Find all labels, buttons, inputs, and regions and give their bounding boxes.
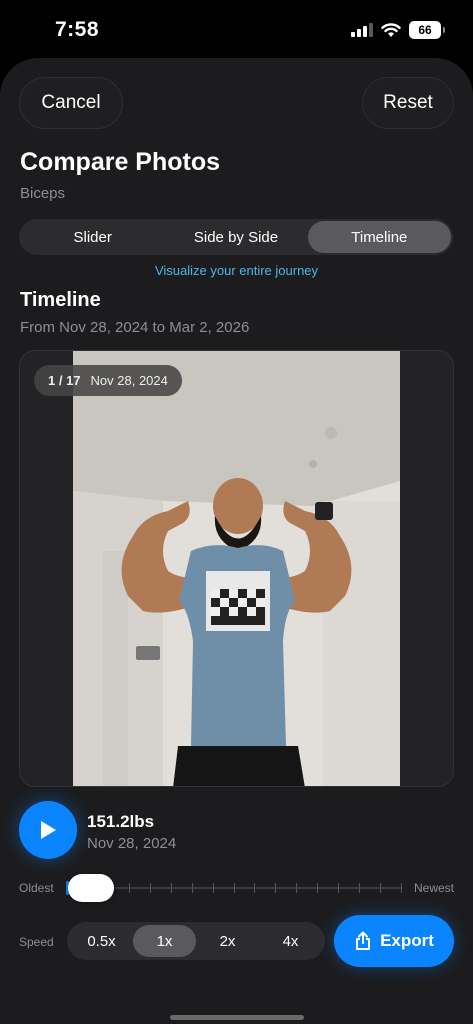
scrubber-tick xyxy=(234,883,235,893)
battery-icon: 66 xyxy=(409,21,445,39)
scrubber-tick xyxy=(401,883,402,893)
scrubber-tick xyxy=(254,883,255,893)
scrubber-tick xyxy=(192,883,193,893)
timeline-range: From Nov 28, 2024 to Mar 2, 2026 xyxy=(20,319,250,336)
slider-newest-label: Newest xyxy=(413,881,454,895)
reset-button[interactable]: Reset xyxy=(362,77,454,129)
play-button[interactable] xyxy=(19,801,77,859)
mode-slider[interactable]: Slider xyxy=(21,221,164,253)
scrubber-tick xyxy=(275,883,276,893)
scrubber-tick xyxy=(317,883,318,893)
export-button[interactable]: Export xyxy=(334,915,454,967)
photo-counter-index: 1 / 17 xyxy=(48,373,81,388)
timeline-title: Timeline xyxy=(20,289,101,311)
home-indicator xyxy=(170,1015,304,1020)
mode-hint: Visualize your entire journey xyxy=(154,263,319,278)
photo-counter-date: Nov 28, 2024 xyxy=(90,373,168,388)
scrubber-tick xyxy=(296,883,297,893)
status-bar: 7:58 66 xyxy=(0,0,473,60)
page-subtitle: Biceps xyxy=(20,185,66,202)
speed-selector: 0.5x 1x 2x 4x xyxy=(67,922,325,960)
status-time: 7:58 xyxy=(55,18,100,41)
speed-option-4x[interactable]: 4x xyxy=(259,925,322,957)
current-weight: 151.2lbs xyxy=(87,812,155,831)
photo-counter: 1 / 17 Nov 28, 2024 xyxy=(34,365,182,396)
mode-side-by-side[interactable]: Side by Side xyxy=(164,221,307,253)
slider-oldest-label: Oldest xyxy=(19,881,54,895)
scrubber-tick xyxy=(338,883,339,893)
mode-timeline[interactable]: Timeline xyxy=(307,221,451,253)
compare-sheet: Cancel Reset Compare Photos Biceps Slide… xyxy=(0,58,473,1024)
cellular-signal-icon xyxy=(351,23,373,37)
speed-option-2x[interactable]: 2x xyxy=(196,925,259,957)
timeline-scrubber-thumb[interactable] xyxy=(68,874,114,902)
share-icon xyxy=(356,931,371,950)
scrubber-tick xyxy=(150,883,151,893)
scrubber-tick xyxy=(380,883,381,893)
scrubber-tick xyxy=(213,883,214,893)
speed-label: Speed xyxy=(19,935,54,949)
scrubber-tick xyxy=(359,883,360,893)
export-label: Export xyxy=(380,931,434,950)
progress-photo xyxy=(73,351,400,786)
progress-photo-image xyxy=(73,351,400,786)
cancel-button[interactable]: Cancel xyxy=(19,77,123,129)
speed-option-1x[interactable]: 1x xyxy=(133,925,196,957)
speed-option-0-5x[interactable]: 0.5x xyxy=(70,925,133,957)
compare-mode-selector: Slider Side by Side Timeline xyxy=(19,219,453,255)
timeline-scrubber-track[interactable] xyxy=(66,880,402,896)
wifi-icon xyxy=(381,22,401,37)
status-icons: 66 xyxy=(351,21,445,39)
page-title: Compare Photos xyxy=(20,148,221,176)
play-icon xyxy=(41,821,56,839)
photo-viewer: 1 / 17 Nov 28, 2024 xyxy=(19,350,454,787)
current-date: Nov 28, 2024 xyxy=(87,835,177,852)
scrubber-tick xyxy=(129,883,130,893)
scrubber-tick xyxy=(171,883,172,893)
